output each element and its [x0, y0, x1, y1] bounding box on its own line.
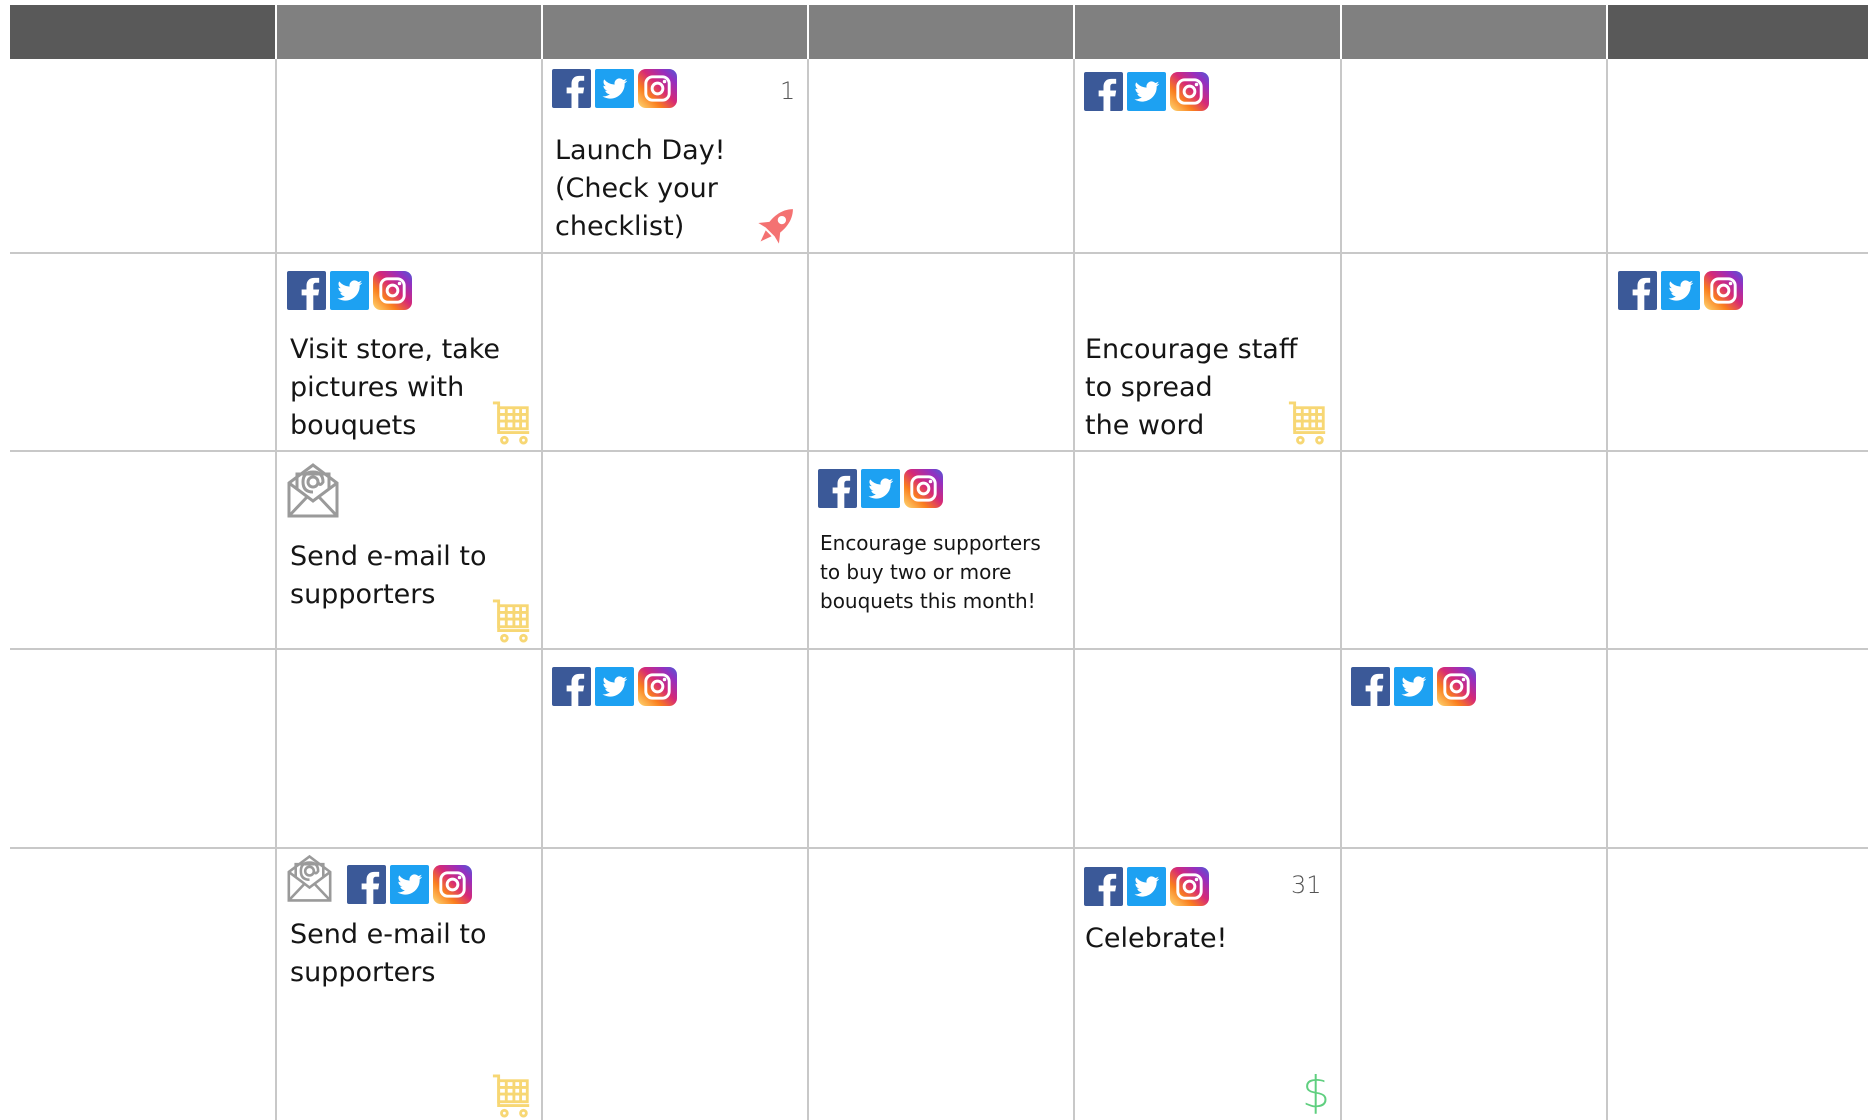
twitter-icon: [595, 667, 634, 706]
shopping-cart-icon: [492, 599, 530, 643]
shopping-cart-icon: [492, 401, 530, 445]
header-cell-col-3: [543, 5, 807, 59]
twitter-icon: [1127, 72, 1166, 111]
celebrate-note: Celebrate!: [1085, 923, 1228, 954]
header-cell-col-1: [10, 5, 275, 59]
grid-line: [541, 59, 543, 1120]
facebook-icon: [552, 69, 591, 108]
social-icons: [347, 865, 472, 904]
instagram-icon: [638, 667, 677, 706]
header-cell-col-5: [1075, 5, 1340, 59]
day-number: 1: [780, 77, 796, 105]
social-icons: [287, 271, 412, 310]
facebook-icon: [1084, 867, 1123, 906]
social-icons: [552, 69, 677, 108]
launch-day-note: Launch Day! (Check your checklist): [555, 135, 726, 242]
instagram-icon: [1170, 72, 1209, 111]
grid-line: [1340, 59, 1342, 1120]
twitter-icon: [1661, 271, 1700, 310]
calendar-grid: 1 Launch Day! (Check your checklist) Vis…: [10, 5, 1868, 1120]
instagram-icon: [904, 469, 943, 508]
twitter-icon: [595, 69, 634, 108]
header-cell-col-2: [277, 5, 541, 59]
grid-line: [10, 450, 1868, 452]
header-cell-col-4: [809, 5, 1073, 59]
encourage-staff-note: Encourage staff to spread the word: [1085, 334, 1298, 441]
twitter-icon: [1127, 867, 1166, 906]
send-email-note: Send e-mail to supporters: [290, 919, 487, 988]
shopping-cart-icon: [492, 1074, 530, 1118]
facebook-icon: [287, 271, 326, 310]
twitter-icon: [390, 865, 429, 904]
facebook-icon: [818, 469, 857, 508]
facebook-icon: [1351, 667, 1390, 706]
email-envelope-icon: [287, 854, 332, 902]
dollar-sign-icon: $: [1302, 1067, 1330, 1118]
instagram-icon: [373, 271, 412, 310]
grid-line: [1606, 59, 1608, 1120]
email-envelope-icon: [287, 463, 339, 518]
social-icons: [552, 667, 677, 706]
facebook-icon: [1084, 72, 1123, 111]
social-icons: [1351, 667, 1476, 706]
facebook-icon: [1618, 271, 1657, 310]
day-number: 31: [1291, 871, 1322, 899]
grid-line: [10, 847, 1868, 849]
social-icons: [1618, 271, 1743, 310]
instagram-icon: [1704, 271, 1743, 310]
twitter-icon: [861, 469, 900, 508]
social-icons: [818, 469, 943, 508]
instagram-icon: [638, 69, 677, 108]
twitter-icon: [1394, 667, 1433, 706]
social-icons: [1084, 867, 1209, 906]
facebook-icon: [347, 865, 386, 904]
grid-line: [10, 252, 1868, 254]
shopping-cart-icon: [1288, 401, 1326, 445]
instagram-icon: [1170, 867, 1209, 906]
grid-line: [807, 59, 809, 1120]
grid-line: [10, 648, 1868, 650]
visit-store-note: Visit store, take pictures with bouquets: [290, 334, 500, 441]
encourage-supporters-note: Encourage supporters to buy two or more …: [820, 531, 1041, 613]
grid-line: [1073, 59, 1075, 1120]
header-cell-col-7: [1608, 5, 1868, 59]
rocket-icon: [758, 209, 793, 244]
twitter-icon: [330, 271, 369, 310]
grid-line: [275, 59, 277, 1120]
instagram-icon: [433, 865, 472, 904]
send-email-note: Send e-mail to supporters: [290, 541, 487, 610]
facebook-icon: [552, 667, 591, 706]
header-cell-col-6: [1342, 5, 1606, 59]
instagram-icon: [1437, 667, 1476, 706]
social-icons: [1084, 72, 1209, 111]
